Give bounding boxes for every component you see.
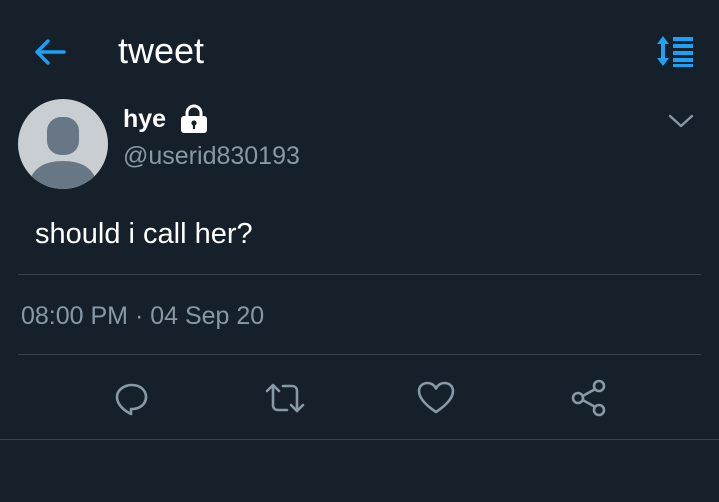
avatar[interactable] — [18, 99, 108, 189]
lock-icon — [181, 104, 207, 133]
share-button[interactable] — [567, 376, 611, 420]
tweet-timestamp: 08:00 PM · 04 Sep 20 — [21, 302, 265, 330]
retweet-icon — [265, 383, 305, 413]
page-title: tweet — [118, 30, 205, 71]
chevron-down-icon[interactable] — [666, 110, 696, 132]
top-bar: tweet — [0, 0, 719, 92]
heart-icon — [417, 381, 455, 414]
like-button[interactable] — [414, 376, 458, 420]
username[interactable]: @userid830193 — [123, 140, 300, 172]
display-name[interactable]: hye — [123, 104, 166, 134]
default-avatar-icon — [28, 117, 98, 189]
arrow-left-icon[interactable] — [30, 32, 70, 72]
reply-icon — [115, 383, 148, 416]
divider — [18, 274, 701, 275]
sort-list-icon[interactable] — [655, 34, 695, 68]
divider — [0, 439, 719, 440]
divider — [18, 354, 701, 355]
tweet-text: should i call her? — [35, 218, 253, 250]
share-icon — [571, 379, 606, 417]
reply-button[interactable] — [109, 376, 153, 420]
retweet-button[interactable] — [263, 376, 307, 420]
